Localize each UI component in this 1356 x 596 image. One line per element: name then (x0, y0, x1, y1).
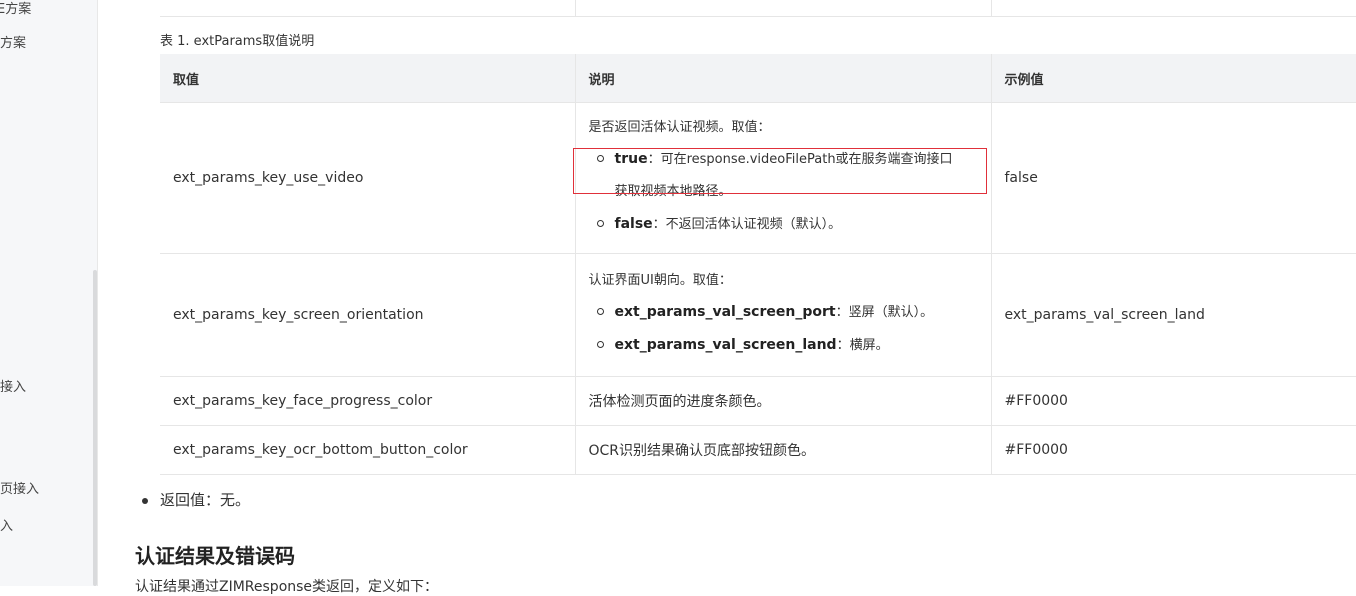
value-list: true：可在response.videoFilePath或在服务端查询接口获取… (589, 143, 978, 241)
section-intro-text: 认证结果通过ZIMResponse类返回，定义如下： (135, 579, 439, 595)
list-item: false：不返回活体认证视频（默认）。 (596, 208, 978, 241)
value-explanation: ：可在response.videoFilePath或在服务端查询接口 (647, 151, 953, 167)
value-explanation: ：竖屏（默认）。 (835, 304, 934, 320)
value-keyword: false (614, 215, 653, 232)
sidebar-scrollbar[interactable] (93, 270, 97, 586)
table-row: ext_params_key_ocr_bottom_button_color O… (160, 425, 1356, 475)
value-list: ext_params_val_screen_port：竖屏（默认）。 ext_p… (589, 296, 978, 362)
table-row: ext_params_key_use_video 是否返回活体认证视频。取值： … (160, 102, 1356, 254)
sidebar-item-2[interactable]: 方案 (0, 32, 26, 51)
param-description: 认证界面UI朝向。取值： ext_params_val_screen_port：… (574, 253, 991, 377)
previous-table-divider (991, 0, 992, 16)
value-keyword: true (614, 150, 648, 167)
sidebar-item-4[interactable]: 页接入 (0, 478, 39, 497)
sidebar-nav: E方案 方案 接入 页接入 入 (0, 0, 98, 586)
table-row: ext_params_key_face_progress_color 活体检测页… (160, 376, 1356, 426)
ext-params-table: 取值 说明 示例值 ext_params_key_use_video 是否返回活… (160, 54, 1356, 475)
param-description: 是否返回活体认证视频。取值： true：可在response.videoFile… (574, 102, 991, 254)
bullet-icon (142, 497, 148, 504)
previous-table-divider (575, 0, 576, 16)
column-header-value: 取值 (160, 54, 575, 103)
value-explanation-continued: 获取视频本地路径。 (614, 183, 732, 199)
param-key: ext_params_key_use_video (160, 102, 575, 254)
list-item: ext_params_val_screen_land：横屏。 (596, 329, 978, 362)
param-example: #FF0000 (990, 425, 1356, 475)
list-item: true：可在response.videoFilePath或在服务端查询接口获取… (596, 143, 978, 208)
return-value-item: 返回值：无。 (142, 489, 250, 510)
param-example: false (990, 102, 1356, 254)
value-keyword: ext_params_val_screen_land (614, 336, 837, 353)
column-header-example: 示例值 (990, 54, 1356, 103)
sidebar-item-3[interactable]: 接入 (0, 376, 26, 395)
param-description: 活体检测页面的进度条颜色。 (574, 376, 991, 426)
param-example: #FF0000 (990, 376, 1356, 426)
param-key: ext_params_key_screen_orientation (160, 253, 575, 377)
value-keyword: ext_params_val_screen_port (614, 303, 836, 320)
param-key: ext_params_key_ocr_bottom_button_color (160, 425, 575, 475)
table-caption: 表 1. extParams取值说明 (160, 34, 315, 49)
column-header-description: 说明 (574, 54, 991, 103)
sidebar-item-1[interactable]: E方案 (0, 0, 31, 17)
param-description: OCR识别结果确认页底部按钮颜色。 (574, 425, 991, 475)
value-explanation: ：横屏。 (836, 337, 889, 353)
value-explanation: ：不返回活体认证视频（默认）。 (652, 216, 842, 232)
param-example: ext_params_val_screen_land (990, 253, 1356, 377)
section-heading: 认证结果及错误码 (135, 544, 295, 568)
list-item: ext_params_val_screen_port：竖屏（默认）。 (596, 296, 978, 329)
param-key: ext_params_key_face_progress_color (160, 376, 575, 426)
sidebar-item-5[interactable]: 入 (0, 515, 13, 534)
return-value-text: 返回值：无。 (160, 491, 251, 509)
table-row: ext_params_key_screen_orientation 认证界面UI… (160, 253, 1356, 377)
previous-table-row (160, 0, 1356, 17)
description-intro: 认证界面UI朝向。取值： (588, 272, 732, 288)
description-intro: 是否返回活体认证视频。取值： (588, 119, 771, 135)
table-header-row: 取值 说明 示例值 (160, 54, 1356, 103)
